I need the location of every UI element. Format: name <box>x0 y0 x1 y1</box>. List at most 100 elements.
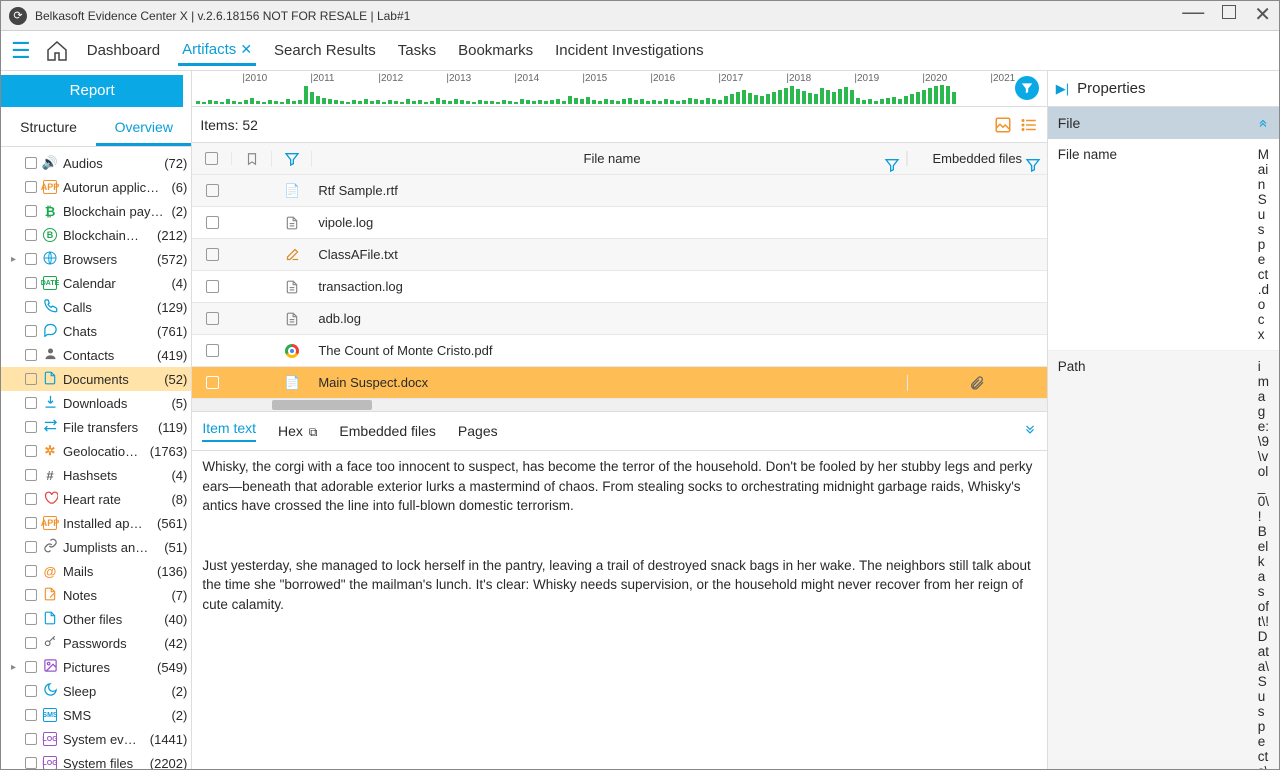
tree-item-blockchain-[interactable]: B Blockchain… (212) <box>1 223 191 247</box>
tree-item-hashsets[interactable]: # Hashsets (4) <box>1 463 191 487</box>
tree-checkbox[interactable] <box>25 757 37 769</box>
tree-item-other-files[interactable]: Other files (40) <box>1 607 191 631</box>
tree-item-mails[interactable]: @ Mails (136) <box>1 559 191 583</box>
maximize-button[interactable] <box>1222 5 1236 19</box>
tree-item-downloads[interactable]: Downloads (5) <box>1 391 191 415</box>
tree-checkbox[interactable] <box>25 181 37 193</box>
tree-item-file-transfers[interactable]: File transfers (119) <box>1 415 191 439</box>
tab-overview[interactable]: Overview <box>96 111 191 146</box>
gallery-view-icon[interactable] <box>993 115 1013 135</box>
expand-icon[interactable]: ▸ <box>11 254 21 265</box>
tree-checkbox[interactable] <box>25 397 37 409</box>
nav-artifacts[interactable]: Artifacts✕ <box>178 35 256 66</box>
tree-item-calendar[interactable]: DATE Calendar (4) <box>1 271 191 295</box>
tree-checkbox[interactable] <box>25 301 37 313</box>
tree-checkbox[interactable] <box>25 253 37 265</box>
tree-checkbox[interactable] <box>25 733 37 745</box>
tree-item-system-ev-[interactable]: LOG System ev… (1441) <box>1 727 191 751</box>
tree-checkbox[interactable] <box>25 205 37 217</box>
table-row[interactable]: adb.log <box>192 303 1046 335</box>
row-checkbox[interactable] <box>206 248 219 261</box>
report-button[interactable]: Report <box>1 75 183 107</box>
preview-tab-hex[interactable]: Hex ⧉ <box>278 423 317 440</box>
tree-checkbox[interactable] <box>25 517 37 529</box>
row-checkbox[interactable] <box>206 312 219 325</box>
tree-item-documents[interactable]: Documents (52) <box>1 367 191 391</box>
table-row[interactable]: 📄 Rtf Sample.rtf <box>192 175 1046 207</box>
column-filename[interactable]: File name <box>312 151 906 166</box>
tree-item-notes[interactable]: Notes (7) <box>1 583 191 607</box>
minimize-button[interactable]: — <box>1182 1 1204 23</box>
tree-checkbox[interactable] <box>25 493 37 505</box>
tree-item-audios[interactable]: 🔊 Audios (72) <box>1 151 191 175</box>
table-row[interactable]: transaction.log <box>192 271 1046 303</box>
tree-checkbox[interactable] <box>25 685 37 697</box>
tree-item-jumplists-an-[interactable]: Jumplists an… (51) <box>1 535 191 559</box>
preview-tab-item-text[interactable]: Item text <box>202 420 256 442</box>
tree-checkbox[interactable] <box>25 157 37 169</box>
preview-collapse-icon[interactable] <box>1023 423 1037 440</box>
tree-item-calls[interactable]: Calls (129) <box>1 295 191 319</box>
nav-incident-investigations[interactable]: Incident Investigations <box>551 36 707 65</box>
section-file[interactable]: File <box>1048 107 1279 139</box>
tree-checkbox[interactable] <box>25 469 37 481</box>
row-checkbox[interactable] <box>206 280 219 293</box>
bookmark-column-icon[interactable] <box>232 151 272 167</box>
tree-checkbox[interactable] <box>25 541 37 553</box>
embedded-filter-icon[interactable] <box>1025 157 1041 176</box>
tree-item-blockchain-pay-[interactable]: ₿ Blockchain pay… (2) <box>1 199 191 223</box>
nav-dashboard[interactable]: Dashboard <box>83 36 164 65</box>
tree-checkbox[interactable] <box>25 349 37 361</box>
tree-item-sleep[interactable]: Sleep (2) <box>1 679 191 703</box>
nav-search-results[interactable]: Search Results <box>270 36 380 65</box>
timeline-filter-button[interactable] <box>1015 76 1039 100</box>
tree-item-passwords[interactable]: Passwords (42) <box>1 631 191 655</box>
tree-checkbox[interactable] <box>25 421 37 433</box>
tree-item-pictures[interactable]: ▸ Pictures (549) <box>1 655 191 679</box>
filename-filter-icon[interactable] <box>884 157 900 176</box>
column-embedded[interactable]: Embedded files <box>907 151 1047 166</box>
table-row[interactable]: 📄 Main Suspect.docx <box>192 367 1046 399</box>
tree-item-heart-rate[interactable]: Heart rate (8) <box>1 487 191 511</box>
section-file-chevron-icon[interactable] <box>1257 116 1269 131</box>
tree-checkbox[interactable] <box>25 325 37 337</box>
tree-checkbox[interactable] <box>25 445 37 457</box>
close-button[interactable]: ✕ <box>1254 5 1271 27</box>
tree-item-geolocatio-[interactable]: ✲ Geolocatio… (1763) <box>1 439 191 463</box>
tree-checkbox[interactable] <box>25 613 37 625</box>
table-row[interactable]: vipole.log <box>192 207 1046 239</box>
home-icon[interactable] <box>45 39 69 63</box>
tree-item-system-files[interactable]: LOG System files (2202) <box>1 751 191 769</box>
tab-structure[interactable]: Structure <box>1 111 96 146</box>
tree-item-browsers[interactable]: ▸ Browsers (572) <box>1 247 191 271</box>
table-h-scrollbar[interactable] <box>192 399 1046 411</box>
table-row[interactable]: ClassAFile.txt <box>192 239 1046 271</box>
select-all-checkbox[interactable] <box>205 152 218 165</box>
preview-tab-embedded[interactable]: Embedded files <box>339 423 436 439</box>
row-checkbox[interactable] <box>206 344 219 357</box>
tree-checkbox[interactable] <box>25 373 37 385</box>
row-checkbox[interactable] <box>206 216 219 229</box>
nav-tasks[interactable]: Tasks <box>394 36 440 65</box>
menu-icon[interactable]: ☰ <box>11 38 31 64</box>
tree-item-autorun-applic-[interactable]: APP Autorun applic… (6) <box>1 175 191 199</box>
tree-checkbox[interactable] <box>25 661 37 673</box>
list-view-icon[interactable] <box>1019 115 1039 135</box>
tree-item-contacts[interactable]: Contacts (419) <box>1 343 191 367</box>
expand-icon[interactable]: ▸ <box>11 662 21 673</box>
tree-checkbox[interactable] <box>25 709 37 721</box>
tree-checkbox[interactable] <box>25 277 37 289</box>
close-tab-icon[interactable]: ✕ <box>240 41 252 57</box>
table-row[interactable]: The Count of Monte Cristo.pdf <box>192 335 1046 367</box>
row-checkbox[interactable] <box>206 376 219 389</box>
timeline[interactable]: |2010|2011|2012|2013|2014|2015|2016|2017… <box>192 71 1046 107</box>
tree-item-chats[interactable]: Chats (761) <box>1 319 191 343</box>
filter-column-icon[interactable] <box>272 151 312 167</box>
row-checkbox[interactable] <box>206 184 219 197</box>
preview-tab-pages[interactable]: Pages <box>458 423 498 439</box>
tree-item-installed-ap-[interactable]: APP Installed ap… (561) <box>1 511 191 535</box>
properties-collapse-icon[interactable]: ▶| <box>1056 81 1069 97</box>
tree-checkbox[interactable] <box>25 565 37 577</box>
nav-bookmarks[interactable]: Bookmarks <box>454 36 537 65</box>
tree-checkbox[interactable] <box>25 229 37 241</box>
